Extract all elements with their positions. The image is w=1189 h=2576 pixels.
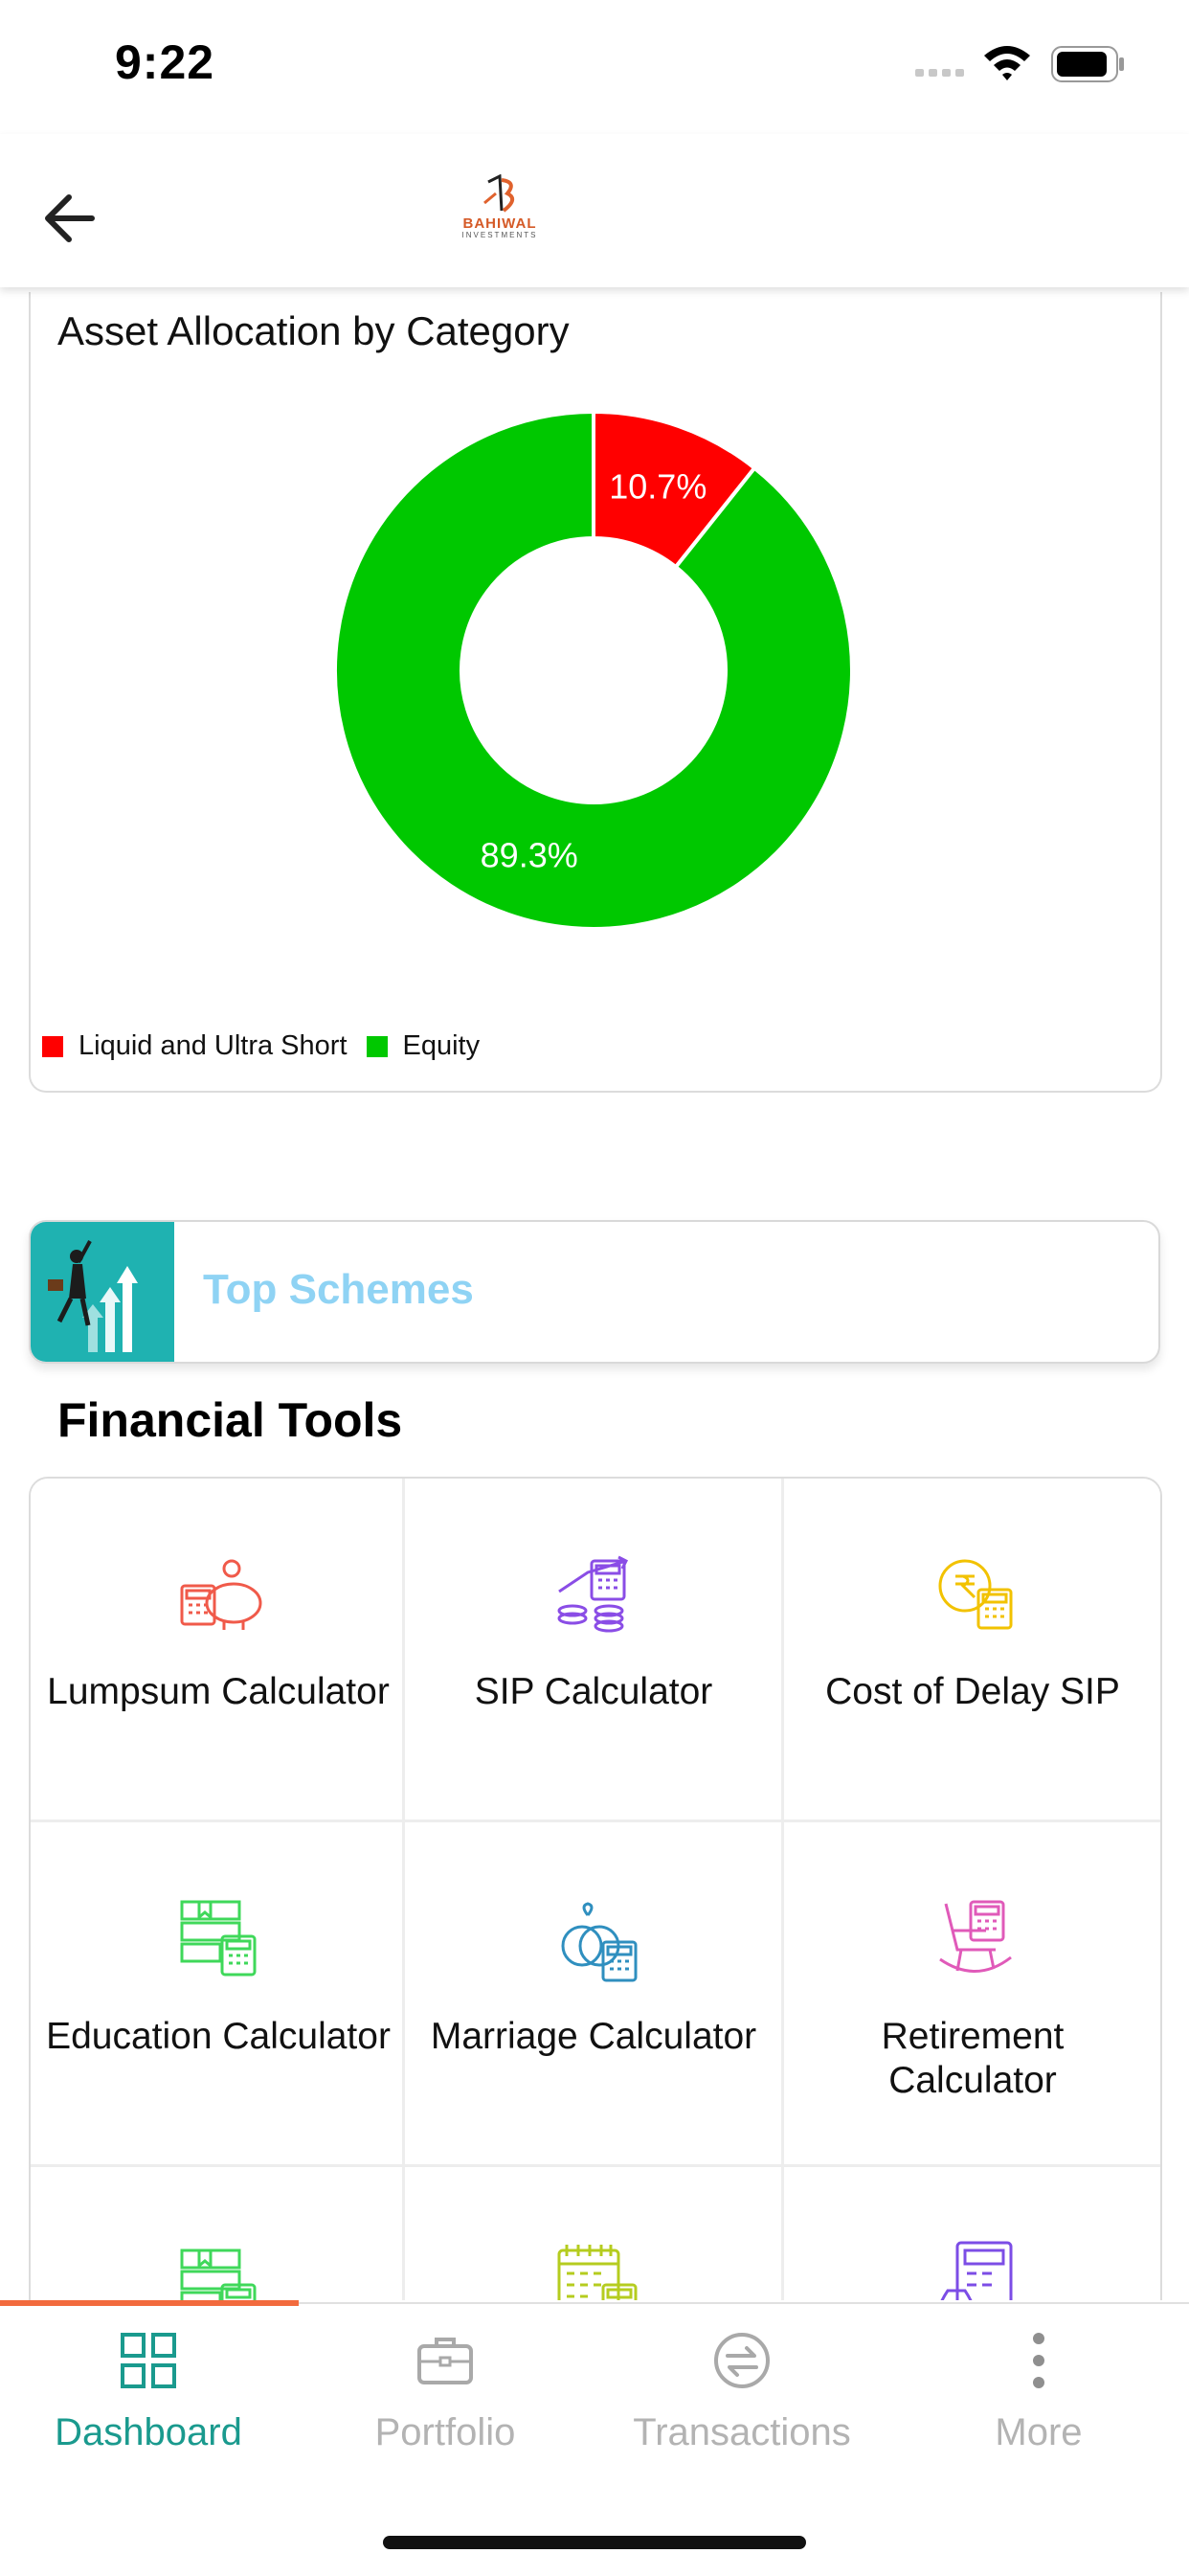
tool-label: SIP Calculator <box>474 1671 713 1712</box>
asset-allocation-title: Asset Allocation by Category <box>57 308 570 353</box>
top-schemes-banner[interactable]: Top Schemes <box>29 1220 1160 1364</box>
tab-portfolio-label: Portfolio <box>374 2411 516 2453</box>
grid-divider <box>402 1479 405 2300</box>
coins-calculator-icon <box>550 1548 641 1639</box>
chart-legend: Liquid and Ultra Short Equity <box>42 1030 499 1062</box>
rocking-chair-calculator-icon <box>929 1892 1021 1984</box>
growth-chart-businessman-icon <box>48 1240 138 1352</box>
grid-icon <box>121 2333 176 2388</box>
tool-card[interactable] <box>406 2168 781 2300</box>
top-schemes-thumbnail <box>31 1222 174 1362</box>
donut-inner-ring <box>461 538 726 802</box>
app-header: BAHIWAL INVESTMENTS <box>0 134 1189 287</box>
donut-slice-equity <box>333 409 854 931</box>
tool-label: Marriage Calculator <box>430 2016 757 2057</box>
tool-card[interactable]: SIP Calculator <box>406 1479 781 1821</box>
app-logo: BAHIWAL INVESTMENTS <box>450 174 550 251</box>
tool-card[interactable]: Education Calculator <box>31 1823 406 2166</box>
status-time: 9:22 <box>115 35 215 89</box>
tab-more[interactable]: More <box>890 2304 1187 2496</box>
tool-label: Cost of Delay SIP <box>825 1671 1120 1712</box>
tool-label: Education Calculator <box>46 2016 391 2057</box>
legend-label: Liquid and Ultra Short <box>79 1030 348 1061</box>
status-bar: 9:22 <box>0 0 1189 134</box>
books-calculator-icon <box>174 2237 266 2300</box>
tab-dashboard-label: Dashboard <box>55 2411 242 2453</box>
wifi-icon <box>984 46 1030 80</box>
financial-tools-grid: Lumpsum Calculator SIP Calculator Cost of … <box>29 1477 1162 2300</box>
tool-card[interactable]: Lumpsum Calculator <box>31 1479 406 1821</box>
book-calculator-icon <box>174 1892 266 1984</box>
logo-text: BAHIWAL <box>462 215 537 232</box>
grid-divider <box>31 1819 1160 1822</box>
tab-more-label: More <box>995 2411 1083 2453</box>
tool-card[interactable] <box>785 2168 1160 2300</box>
asset-allocation-donut-chart: 10.7% 89.3% <box>333 409 854 931</box>
tab-transactions[interactable]: Transactions <box>594 2304 890 2496</box>
calendar-calculator-icon <box>550 2237 641 2300</box>
grid-divider <box>781 1479 784 2300</box>
battery-icon <box>1051 46 1124 82</box>
grid-divider <box>31 2164 1160 2167</box>
donut-data-label: 89.3% <box>481 836 578 875</box>
legend-item: Liquid and Ultra Short <box>42 1030 348 1062</box>
more-vertical-icon <box>1033 2333 1044 2388</box>
logo-subtext: INVESTMENTS <box>461 231 538 239</box>
logo-mark-icon <box>483 174 515 213</box>
tab-portfolio[interactable]: Portfolio <box>297 2304 594 2496</box>
tab-dashboard[interactable]: Dashboard <box>0 2304 297 2496</box>
rings-calculator-icon <box>550 1892 641 1984</box>
piggy-bank-calculator-icon <box>174 1548 266 1639</box>
donut-data-label: 10.7% <box>609 466 707 506</box>
tool-card[interactable]: Marriage Calculator <box>406 1823 781 2166</box>
rupee-coin-calculator-icon <box>929 1548 1021 1639</box>
legend-swatch <box>42 1035 63 1057</box>
tool-card[interactable]: Retirement Calculator <box>785 1823 1160 2166</box>
financial-tools-title: Financial Tools <box>57 1393 403 1447</box>
top-schemes-label: Top Schemes <box>203 1266 474 1313</box>
tab-transactions-label: Transactions <box>633 2411 851 2453</box>
home-indicator <box>383 2536 806 2549</box>
briefcase-icon <box>417 2338 473 2384</box>
tool-card[interactable]: Cost of Delay SIP <box>785 1479 1160 1821</box>
tool-card[interactable] <box>31 2168 406 2300</box>
cellular-signal-icon <box>915 69 964 77</box>
tool-label: Lumpsum Calculator <box>47 1671 390 1712</box>
back-arrow-icon[interactable] <box>36 180 113 257</box>
legend-swatch <box>366 1035 388 1057</box>
exchange-icon <box>714 2333 770 2388</box>
legend-label: Equity <box>402 1030 481 1061</box>
legend-item: Equity <box>366 1030 481 1062</box>
money-bag-calculator-icon <box>929 2237 1021 2300</box>
tool-label: Retirement Calculator <box>881 2016 1065 2101</box>
